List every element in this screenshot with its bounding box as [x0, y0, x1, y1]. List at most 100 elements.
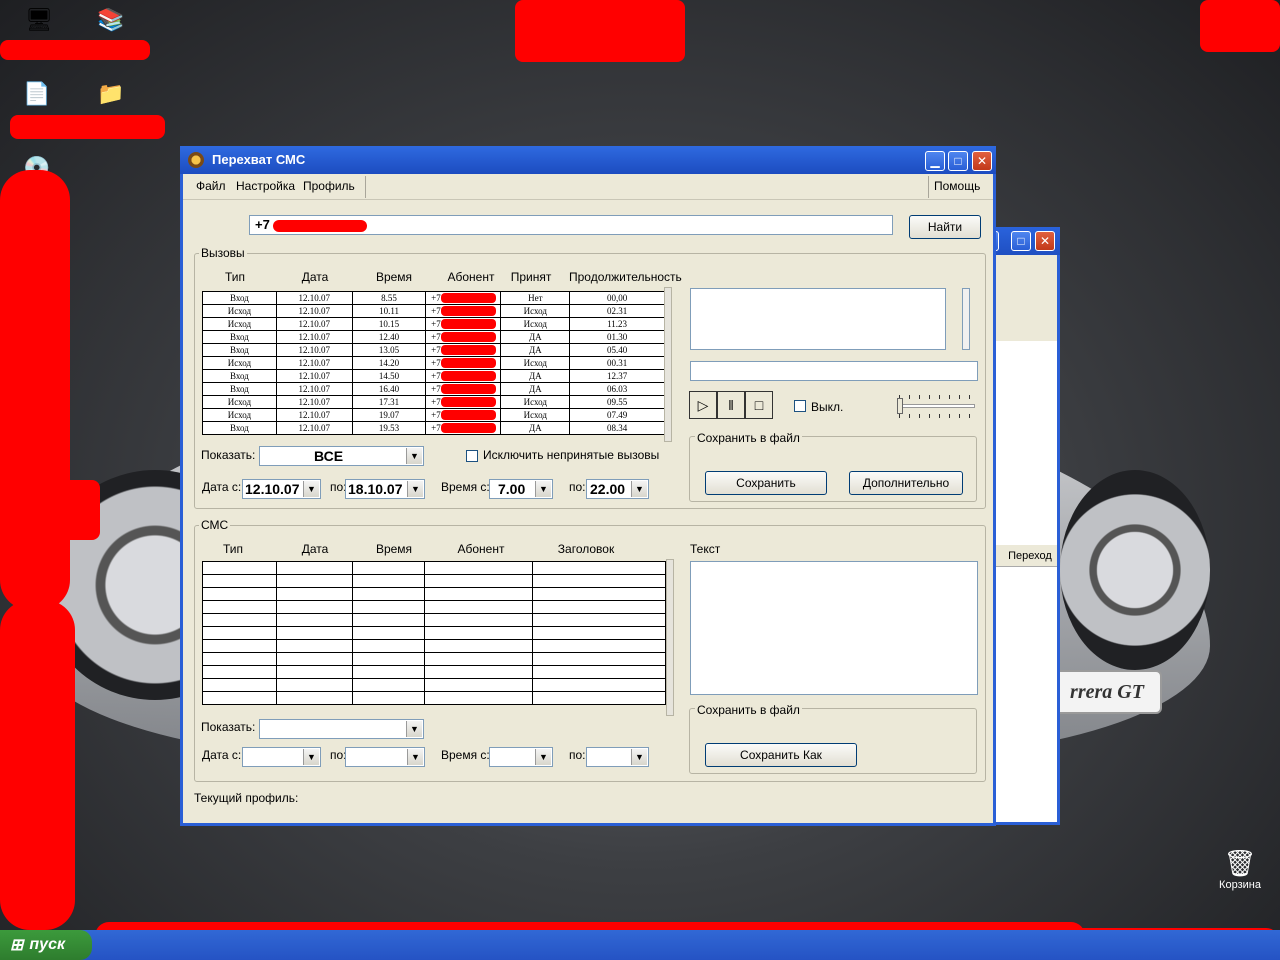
start-button[interactable]: ⊞ пуск [0, 930, 92, 960]
call-row[interactable]: Исход 12.10.07 17.31 +7 Исход 09.55 [202, 395, 665, 409]
call-cell-subscriber-text: +7 [431, 370, 441, 381]
sms-row[interactable] [202, 678, 666, 692]
call-cell-time-text: 10.11 [379, 306, 399, 316]
calls-time-to-select[interactable]: 22.00 ▼ [586, 479, 649, 499]
calls-date-from-select[interactable]: 12.10.07 ▼ [242, 479, 321, 499]
call-cell-accepted: Исход [500, 317, 571, 331]
call-row[interactable]: Вход 12.10.07 8.55 +7 Нет 00,00 [202, 291, 665, 305]
calls-date-to-select[interactable]: 18.10.07 ▼ [345, 479, 425, 499]
menu-profile[interactable]: Профиль [303, 179, 355, 193]
menu-settings[interactable]: Настройка [236, 179, 295, 193]
call-cell-accepted: Исход [500, 395, 571, 409]
calls-show-select[interactable]: ВСЕ ▼ [259, 446, 424, 466]
exclude-unanswered-checkbox[interactable] [466, 450, 478, 462]
calls-scrollbar[interactable] [664, 287, 672, 442]
call-cell-time: 14.50 [351, 369, 427, 383]
play-button[interactable]: ▷ [689, 391, 717, 419]
save-button[interactable]: Сохранить [705, 471, 827, 495]
sms-scrollbar[interactable] [666, 559, 674, 716]
sms-time-to-label: по: [569, 748, 586, 762]
main-window[interactable]: Перехват СМС ▁ □ ✕ Файл Настройка Профил… [180, 146, 996, 826]
call-cell-subscriber-text: +7 [431, 331, 441, 342]
call-cell-duration-text: 00.31 [606, 358, 628, 368]
call-cell-subscriber: +7 [425, 356, 502, 370]
call-cell-time-text: 19.07 [378, 410, 400, 420]
mute-checkbox[interactable] [794, 400, 806, 412]
my-computer-icon[interactable]: 🖥 [24, 6, 54, 34]
calls-date-from-value: 12.10.07 [245, 481, 300, 497]
window-title: Перехват СМС [212, 152, 306, 167]
call-cell-time-text: 16.40 [378, 384, 400, 394]
bg-toolbar [995, 281, 1057, 341]
pause-button[interactable]: ‖ [717, 391, 745, 419]
bg-close-button[interactable]: ✕ [1035, 231, 1055, 251]
menu-separator [365, 176, 366, 198]
call-row[interactable]: Вход 12.10.07 12.40 +7 ДА 01.30 [202, 330, 665, 344]
call-cell-date: 12.10.07 [275, 356, 353, 370]
window-titlebar[interactable]: Перехват СМС [180, 146, 996, 174]
sms-row[interactable] [202, 665, 666, 679]
chevron-down-icon: ▼ [631, 749, 647, 765]
call-cell-accepted-text: Исход [523, 410, 547, 420]
sms-cell [351, 587, 426, 601]
calls-date-from-label: Дата с: [202, 480, 242, 494]
call-row[interactable]: Вход 12.10.07 13.05 +7 ДА 05.40 [202, 343, 665, 357]
document-icon[interactable]: 📄 [22, 80, 52, 108]
menu-help[interactable]: Помощь [934, 179, 980, 193]
maximize-button[interactable]: □ [948, 151, 968, 171]
sms-row[interactable] [202, 574, 666, 588]
calls-time-from-select[interactable]: 7.00 ▼ [489, 479, 553, 499]
sms-time-from-select[interactable]: ▼ [489, 747, 553, 767]
save-as-button[interactable]: Сохранить Как [705, 743, 857, 767]
calls-table[interactable]: Вход 12.10.07 8.55 +7 Нет 00,00 Исход 12.10.07 1… [202, 291, 665, 435]
find-button[interactable]: Найти [909, 215, 981, 239]
sms-show-select[interactable]: ▼ [259, 719, 424, 739]
sms-text-area[interactable] [690, 561, 978, 695]
call-row[interactable]: Вход 12.10.07 14.50 +7 ДА 12.37 [202, 369, 665, 383]
call-row[interactable]: Исход 12.10.07 14.20 +7 Исход 00.31 [202, 356, 665, 370]
call-row[interactable]: Вход 12.10.07 19.53 +7 ДА 08.34 [202, 421, 665, 435]
sms-table[interactable] [202, 561, 666, 705]
sms-row[interactable] [202, 587, 666, 601]
background-window[interactable]: ▁ □ ✕ Переход [979, 227, 1060, 825]
volume-slider-thumb[interactable] [897, 398, 903, 414]
sms-row[interactable] [202, 613, 666, 627]
sms-time-to-select[interactable]: ▼ [586, 747, 649, 767]
call-row[interactable]: Исход 12.10.07 19.07 +7 Исход 07.49 [202, 408, 665, 422]
sms-row[interactable] [202, 561, 666, 575]
call-info-box[interactable] [690, 288, 946, 350]
sms-cell [424, 600, 534, 614]
call-cell-date: 12.10.07 [275, 317, 353, 331]
bg-column-header[interactable]: Переход [995, 545, 1057, 567]
bg-maximize-button[interactable]: □ [1011, 231, 1031, 251]
sms-row[interactable] [202, 691, 666, 705]
chevron-down-icon: ▼ [631, 481, 647, 497]
calls-time-to-value: 22.00 [590, 481, 626, 497]
call-cell-accepted: ДА [500, 421, 571, 435]
folder-icon[interactable]: 📁 [96, 80, 126, 108]
sms-row[interactable] [202, 626, 666, 640]
sms-date-to-select[interactable]: ▼ [345, 747, 425, 767]
taskbar [0, 930, 1280, 960]
call-row[interactable]: Исход 12.10.07 10.15 +7 Исход 11.23 [202, 317, 665, 331]
call-cell-type: Вход [202, 369, 277, 383]
sms-row[interactable] [202, 652, 666, 666]
recycle-bin[interactable]: 🗑 Корзина [1205, 848, 1275, 891]
close-button[interactable]: ✕ [972, 151, 992, 171]
call-cell-date: 12.10.07 [275, 421, 353, 435]
call-details-field[interactable] [690, 361, 978, 381]
sms-row[interactable] [202, 639, 666, 653]
minimize-button[interactable]: ▁ [925, 151, 945, 171]
stop-button[interactable]: □ [745, 391, 773, 419]
chevron-down-icon: ▼ [535, 481, 551, 497]
call-row[interactable]: Исход 12.10.07 10.11 +7 Исход 02.31 [202, 304, 665, 318]
sms-cell [424, 652, 534, 666]
more-button[interactable]: Дополнительно [849, 471, 963, 495]
sms-date-from-select[interactable]: ▼ [242, 747, 321, 767]
winrar-icon[interactable]: 📚 [96, 6, 126, 34]
sms-row[interactable] [202, 600, 666, 614]
redaction-mark [440, 397, 496, 408]
phone-search-input[interactable]: +7 [249, 215, 893, 235]
call-row[interactable]: Вход 12.10.07 16.40 +7 ДА 06.03 [202, 382, 665, 396]
menu-file[interactable]: Файл [196, 179, 226, 193]
